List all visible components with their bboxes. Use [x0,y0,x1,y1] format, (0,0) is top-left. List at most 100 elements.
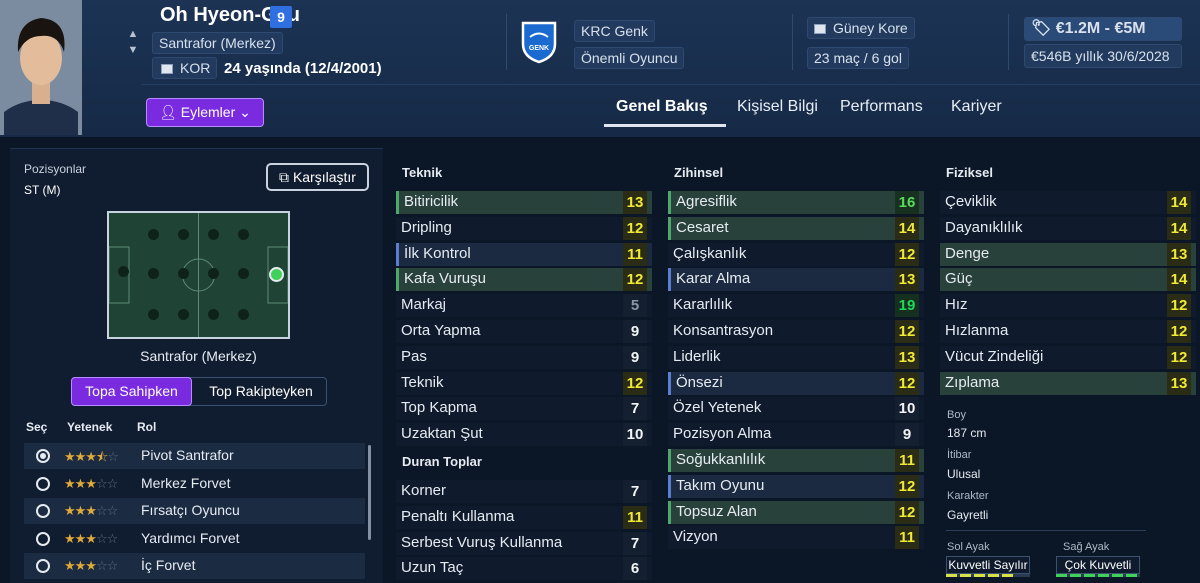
position-dot[interactable] [208,229,219,240]
in-possession-toggle[interactable]: Topa Sahipken [71,377,192,406]
attribute-name: Serbest Vuruş Kullanma [401,533,563,551]
position-dot[interactable] [148,309,159,320]
out-of-possession-toggle[interactable]: Top Rakipteyken [196,377,326,406]
attribute-value: 10 [623,423,647,447]
attribute-row[interactable]: Topsuz Alan 12 [668,500,924,524]
attribute-name: Agresiflik [676,193,737,210]
nationality-pill[interactable]: KOR [152,57,218,79]
attribute-row[interactable]: Soğukkanlılık 11 [668,449,924,472]
attribute-name: Penaltı Kullanma [401,507,515,525]
attribute-row[interactable]: Güç 14 [940,268,1196,292]
attribute-row[interactable]: Uzun Taç 6 [396,557,652,581]
attribute-value: 5 [623,294,647,318]
squad-status-pill: Önemli Oyuncu [574,47,685,69]
height-label: Boy [947,409,966,421]
role-radio[interactable] [36,531,50,546]
national-team-pill[interactable]: Güney Kore [807,17,915,39]
attribute-row[interactable]: Çeviklik 14 [940,191,1196,214]
position-dot[interactable] [118,266,129,277]
position-dot[interactable] [238,268,249,279]
left-foot-label: Sol Ayak [947,541,990,553]
compare-button[interactable]: ⧉ Karşılaştır [266,163,369,191]
attribute-row[interactable]: Dripling 12 [396,216,652,240]
pitch-position-name: Santrafor (Merkez) [140,348,257,364]
position-dot[interactable] [148,268,159,279]
role-row[interactable]: ★★★☆☆ Merkez Forvet [24,471,365,497]
attribute-row[interactable]: Uzaktan Şut 10 [396,423,652,447]
actions-button[interactable]: 👤︎ Eylemler ⌄ [146,98,264,127]
position-dot[interactable] [178,229,189,240]
select-column-header: Seç [26,420,48,434]
flag-icon [814,24,826,34]
attribute-row[interactable]: Agresiflik 16 [668,191,924,214]
attribute-row[interactable]: Pozisyon Alma 9 [668,423,924,447]
attribute-row[interactable]: Önsezi 12 [668,371,924,395]
role-radio[interactable] [36,476,50,491]
attribute-row[interactable]: Hız 12 [940,294,1196,318]
attribute-row[interactable]: Karar Alma 13 [668,268,924,292]
attribute-row[interactable]: Zıplama 13 [940,371,1196,395]
role-radio[interactable] [36,559,50,573]
attribute-name: Uzaktan Şut [401,425,483,443]
attribute-row[interactable]: Vücut Zindeliği 12 [940,345,1196,369]
role-name: Yardımcı Forvet [141,529,240,546]
attribute-row[interactable]: Çalışkanlık 12 [668,242,924,266]
attribute-row[interactable]: Pas 9 [396,345,652,369]
role-row[interactable]: ★★★☆☆ Fırsatçı Oyuncu [24,498,365,524]
tab-performance[interactable]: Performans [840,98,923,116]
pitch-lines [109,213,288,337]
attribute-row[interactable]: Takım Oyunu 12 [668,474,924,498]
role-stars-icon: ★★★⯪☆ [64,449,119,464]
role-row[interactable]: ★★★⯪☆ Pivot Santrafor [24,443,365,469]
sort-arrows-icon[interactable]: ▲ ▼ [126,26,140,58]
attribute-value: 11 [895,526,919,550]
position-dot[interactable] [178,268,189,279]
role-radio[interactable] [36,504,50,518]
position-dot[interactable] [208,309,219,320]
tab-overview[interactable]: Genel Bakış [616,98,708,116]
role-radio[interactable] [36,449,50,463]
attribute-row[interactable]: Liderlik 13 [668,345,924,369]
position-dot[interactable] [148,229,159,240]
separator [506,14,507,70]
position-pitch[interactable] [107,211,290,339]
active-tab-indicator [604,124,726,127]
roles-scrollbar[interactable] [368,445,371,540]
attribute-row[interactable]: Korner 7 [396,480,652,503]
position-dot[interactable] [238,309,249,320]
attribute-row[interactable]: Dayanıklılık 14 [940,216,1196,240]
position-dot[interactable] [178,309,189,320]
attribute-row[interactable]: İlk Kontrol 11 [396,242,652,266]
tab-personal-info[interactable]: Kişisel Bilgi [737,98,818,116]
position-dot[interactable] [238,229,249,240]
attribute-row[interactable]: Bitiricilik 13 [396,191,652,214]
attribute-row[interactable]: Konsantrasyon 12 [668,320,924,343]
attribute-row[interactable]: Denge 13 [940,242,1196,266]
selected-position-dot[interactable] [269,267,284,282]
left-foot-value: Kuvvetli Sayılır [946,556,1030,574]
bio-divider [946,530,1146,531]
attribute-row[interactable]: Serbest Vuruş Kullanma 7 [396,531,652,555]
attribute-row[interactable]: Penaltı Kullanma 11 [396,505,652,529]
position-dot[interactable] [208,268,219,279]
mental-header: Zihinsel [674,165,724,180]
attribute-name: Çalışkanlık [673,244,747,262]
club-logo-icon[interactable]: GENK [520,20,558,64]
attribute-row[interactable]: Teknik 12 [396,371,652,395]
tab-career[interactable]: Kariyer [951,98,1002,116]
attribute-row[interactable]: Top Kapma 7 [396,397,652,421]
attribute-row[interactable]: Hızlanma 12 [940,320,1196,343]
attribute-row[interactable]: Kafa Vuruşu 12 [396,268,652,292]
attribute-row[interactable]: Markaj 5 [396,294,652,318]
attribute-row[interactable]: Özel Yetenek 10 [668,397,924,421]
role-row[interactable]: ★★★☆☆ Yardımcı Forvet [24,526,365,552]
attribute-row[interactable]: Cesaret 14 [668,216,924,240]
attribute-row[interactable]: Orta Yapma 9 [396,320,652,343]
attribute-row[interactable]: Kararlılık 19 [668,294,924,318]
role-row[interactable]: ★★★☆☆ İç Forvet [24,553,365,579]
club-pill[interactable]: KRC Genk [574,20,655,42]
attribute-name: Konsantrasyon [673,322,774,339]
attribute-value: 12 [623,268,647,292]
attribute-value: 11 [623,242,647,266]
attribute-row[interactable]: Vizyon 11 [668,526,924,550]
